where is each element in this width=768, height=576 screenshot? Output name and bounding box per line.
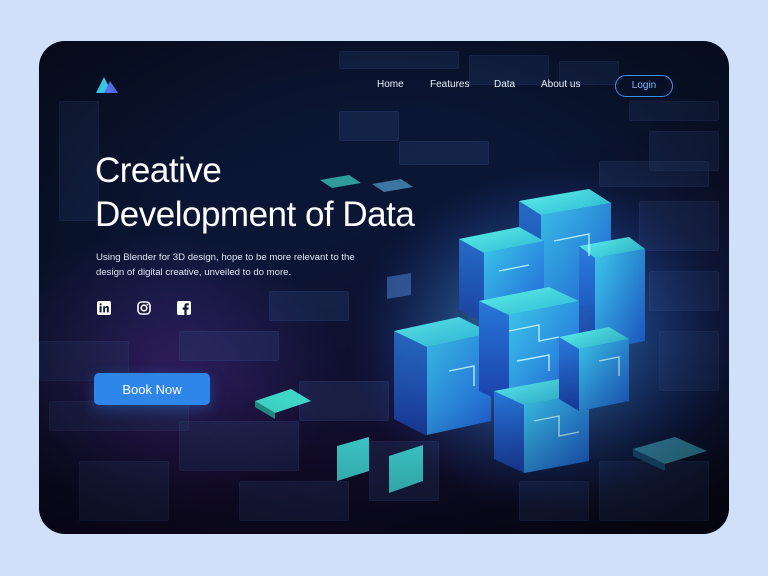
- hero-title-line1: Creative: [95, 151, 222, 190]
- login-button[interactable]: Login: [615, 75, 673, 97]
- hero-title: Creative Development of Data: [95, 149, 475, 237]
- nav-about-us[interactable]: About us: [541, 79, 580, 90]
- logo-icon: [96, 77, 118, 93]
- book-now-button[interactable]: Book Now: [94, 373, 210, 405]
- nav-data[interactable]: Data: [494, 79, 515, 90]
- facebook-icon[interactable]: [177, 301, 191, 315]
- hero-description: Using Blender for 3D design, hope to be …: [96, 252, 355, 278]
- instagram-icon[interactable]: [137, 301, 151, 315]
- nav-home[interactable]: Home: [377, 79, 404, 90]
- vignette-overlay: [39, 41, 729, 534]
- nav-features[interactable]: Features: [430, 79, 469, 90]
- linkedin-icon[interactable]: [97, 301, 111, 315]
- hero-title-line2: Development of Data: [95, 195, 415, 234]
- hero-card: Home Features Data About us Login Creati…: [39, 41, 729, 534]
